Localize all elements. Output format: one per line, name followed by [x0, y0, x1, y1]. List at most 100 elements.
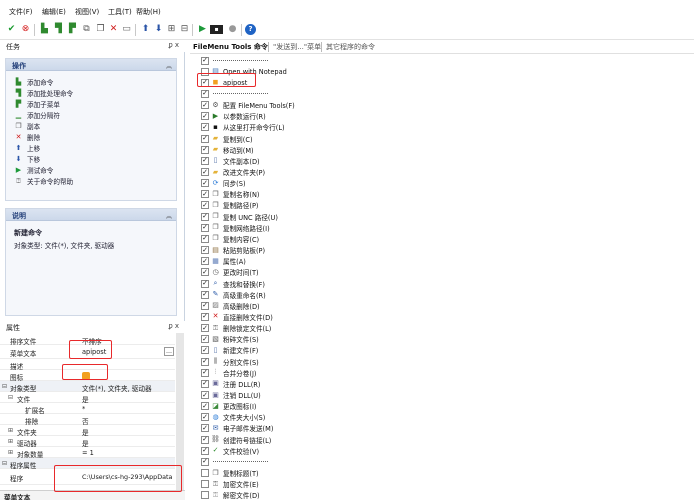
apply-icon[interactable]: ✔	[5, 23, 18, 36]
enable-checkbox[interactable]: ✓	[201, 312, 209, 321]
expand-toggle-icon[interactable]: ⊞	[8, 449, 13, 456]
property-row[interactable]: 排除 否	[0, 414, 175, 426]
add-separator-icon[interactable]: ⧉	[80, 23, 93, 36]
command-item[interactable]: ✓ ▯ 新建文件(F)	[201, 345, 258, 356]
enable-checkbox[interactable]: ✓	[201, 435, 209, 444]
tab-other-programs[interactable]: 其它程序的命令	[321, 42, 375, 52]
move-down-icon[interactable]: ⬇	[152, 23, 165, 36]
action-add-batch[interactable]: ▜ 添加批处理命令	[14, 88, 73, 98]
action-add-command[interactable]: ▙ 添加命令	[14, 77, 54, 87]
enable-checkbox[interactable]: ✓	[201, 335, 209, 344]
enable-checkbox[interactable]: ✓	[201, 145, 209, 154]
add-batch-icon[interactable]: ▜	[52, 23, 65, 36]
menu-tools[interactable]: 工具(T)	[108, 7, 132, 17]
run-icon[interactable]: ▶	[196, 23, 209, 36]
enable-checkbox[interactable]: ✓	[201, 101, 209, 110]
enable-checkbox[interactable]: ✓	[201, 89, 209, 98]
enable-checkbox[interactable]	[201, 480, 209, 489]
tab-sendto-menu[interactable]: "发送到..."菜单	[268, 42, 321, 52]
expand-icon[interactable]: ⊞	[165, 23, 178, 36]
command-item[interactable]: ✓ ▶ 以参数运行(R)	[201, 111, 266, 122]
command-item[interactable]: ✓ ❐ 复制路径(P)	[201, 200, 259, 211]
property-row[interactable]: ⊞ 文件夹 是	[0, 425, 175, 437]
enable-checkbox[interactable]: ✓	[201, 156, 209, 165]
property-row[interactable]: ⊞ 驱动器 是	[0, 436, 175, 448]
command-item[interactable]: ✓ ✉ 电子邮件发送(M)	[201, 423, 273, 434]
command-item[interactable]: ✓ ⚙ 配置 FileMenu Tools(F)	[201, 100, 295, 111]
action-move-down[interactable]: ⬇ 下移	[14, 154, 41, 164]
enable-checkbox[interactable]: ✓	[201, 123, 209, 132]
enable-checkbox[interactable]: ✓	[201, 446, 209, 455]
action-copy[interactable]: ❐ 副本	[14, 121, 40, 131]
property-row[interactable]: ⊟ 文件 是	[0, 392, 175, 404]
globe-icon[interactable]: ●	[226, 23, 239, 36]
command-item[interactable]: ✓ ◍ 文件夹大小(S)	[201, 412, 265, 423]
command-item[interactable]: ✓ ❐ 复制内容(C)	[201, 233, 259, 244]
command-item[interactable]: ✓ ⫼ 分割文件(S)	[201, 356, 259, 367]
collapse-toggle-icon[interactable]: ⊟	[2, 383, 7, 390]
command-item[interactable]: ✓ ▦ 属性(A)	[201, 256, 246, 267]
enable-checkbox[interactable]: ✓	[201, 379, 209, 388]
enable-checkbox[interactable]: ✓	[201, 279, 209, 288]
command-item[interactable]: ❐ 复制标题(T)	[201, 468, 259, 479]
enable-checkbox[interactable]: ✓	[201, 223, 209, 232]
menu-help[interactable]: 帮助(H)	[136, 7, 161, 17]
collapse-toggle-icon[interactable]: ⊟	[2, 460, 7, 467]
command-item[interactable]: ✓ ⌕ 查找和替换(F)	[201, 278, 265, 289]
pin-close-icon[interactable]: ᵱ x	[169, 41, 179, 49]
enable-checkbox[interactable]: ✓	[201, 190, 209, 199]
collapse-chevron-icon[interactable]: ︽	[166, 211, 172, 220]
command-item[interactable]: ✓ ▨ 高级删除(D)	[201, 300, 260, 311]
command-item[interactable]: ✓ ▰ 移动到(M)	[201, 144, 254, 155]
collapse-toggle-icon[interactable]: ⊟	[8, 394, 13, 401]
command-item[interactable]: ⚿ 解密文件(D)	[201, 490, 260, 500]
property-row[interactable]: ⊟ 对象类型 文件(*), 文件夹, 驱动器	[0, 381, 175, 393]
enable-checkbox[interactable]: ✓	[201, 134, 209, 143]
enable-checkbox[interactable]: ✓	[201, 413, 209, 422]
action-add-separator[interactable]: ▁ 添加分隔符	[14, 110, 60, 120]
console-icon[interactable]: ▪	[210, 25, 223, 34]
command-item[interactable]: ✓ ✓ 文件校验(V)	[201, 445, 259, 456]
menu-file[interactable]: 文件(F)	[9, 7, 33, 17]
menu-view[interactable]: 视图(V)	[75, 7, 99, 17]
command-item[interactable]: ✓ ⟳ 同步(S)	[201, 178, 246, 189]
ellipsis-button[interactable]: …	[164, 347, 174, 356]
command-item[interactable]: ✓ ✕ 直接删除文件(D)	[201, 311, 273, 322]
add-command-icon[interactable]: ▙	[38, 23, 51, 36]
enable-checkbox[interactable]: ✓	[201, 357, 209, 366]
menu-edit[interactable]: 编辑(E)	[42, 7, 66, 17]
separator-item[interactable]: ✓	[201, 456, 268, 467]
enable-checkbox[interactable]: ✓	[201, 268, 209, 277]
command-item[interactable]: ✓ ◷ 更改时间(T)	[201, 267, 259, 278]
enable-checkbox[interactable]: ✓	[201, 201, 209, 210]
enable-checkbox[interactable]: ✓	[201, 290, 209, 299]
command-item[interactable]: ✓ ▯ 文件副本(D)	[201, 155, 260, 166]
action-test-command[interactable]: ▶ 测试命令	[14, 165, 54, 175]
enable-checkbox[interactable]: ✓	[201, 301, 209, 310]
enable-checkbox[interactable]: ✓	[201, 234, 209, 243]
enable-checkbox[interactable]: ✓	[201, 424, 209, 433]
expand-toggle-icon[interactable]: ⊞	[8, 438, 13, 445]
collapse-chevron-icon[interactable]: ︽	[166, 61, 172, 70]
enable-checkbox[interactable]: ✓	[201, 457, 209, 466]
action-add-submenu[interactable]: ▛ 添加子菜单	[14, 99, 60, 109]
enable-checkbox[interactable]: ✓	[201, 257, 209, 266]
command-item[interactable]: ✓ ▰ 改进文件夹(P)	[201, 167, 265, 178]
action-command-help[interactable]: ⍰ 关于命令的帮助	[14, 176, 73, 186]
enable-checkbox[interactable]	[201, 469, 209, 478]
command-item[interactable]: ✓ ❐ 复制网络路径(I)	[201, 222, 270, 233]
enable-checkbox[interactable]: ✓	[201, 212, 209, 221]
command-item[interactable]: ✓ ⚿ 删除锁定文件(L)	[201, 323, 271, 334]
command-item[interactable]: ✓ ◪ 更改图标(I)	[201, 401, 256, 412]
command-item[interactable]: ✓ ▪ 从这里打开命令行(L)	[201, 122, 285, 133]
command-item[interactable]: ✓ ▧ 粉碎文件(S)	[201, 334, 259, 345]
separator-item[interactable]: ✓	[201, 55, 268, 66]
enable-checkbox[interactable]: ✓	[201, 168, 209, 176]
enable-checkbox[interactable]: ✓	[201, 112, 209, 121]
action-delete[interactable]: ✕ 删除	[14, 132, 41, 142]
help-icon[interactable]: ?	[245, 24, 256, 35]
enable-checkbox[interactable]: ✓	[201, 324, 209, 333]
enable-checkbox[interactable]: ✓	[201, 391, 209, 399]
collapse-icon[interactable]: ⊟	[178, 23, 191, 36]
actions-group-header[interactable]: 操作 ︽	[6, 59, 176, 71]
